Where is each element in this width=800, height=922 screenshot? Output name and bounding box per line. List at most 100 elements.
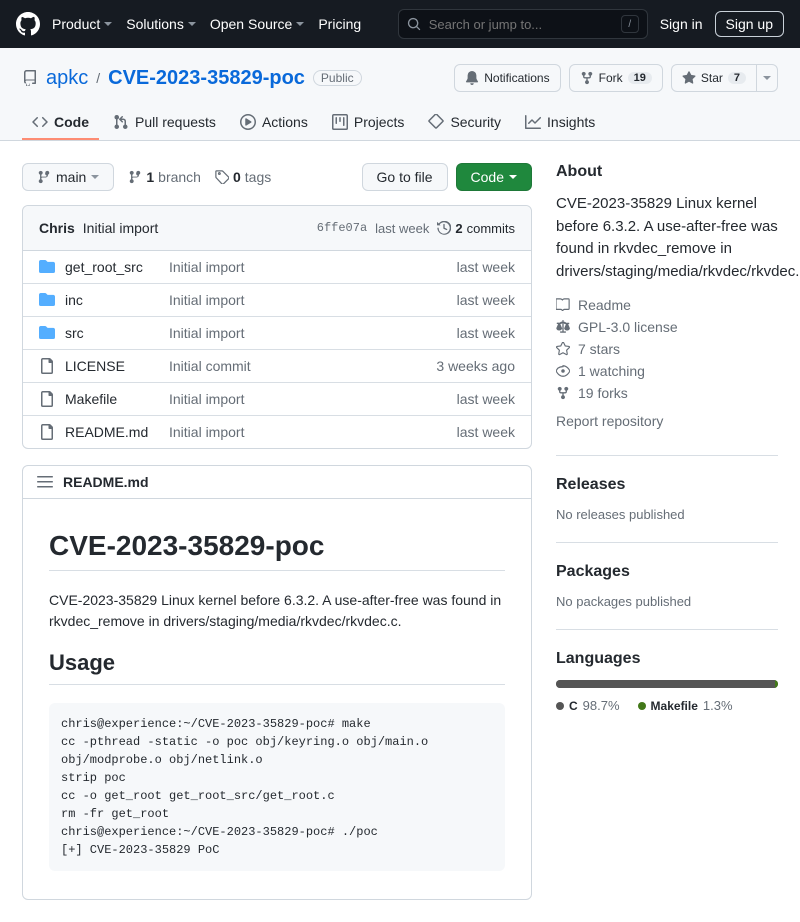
branch-button[interactable]: main (22, 163, 114, 191)
file-commit-msg[interactable]: Initial import (169, 424, 457, 440)
tag-count: 0 (233, 169, 241, 185)
packages-text: No packages published (556, 594, 691, 609)
tab-label: Pull requests (135, 114, 216, 130)
pr-icon (113, 114, 129, 130)
releases-title[interactable]: Releases (556, 476, 778, 494)
file-time: last week (457, 259, 515, 275)
branch-count: 1 (146, 169, 154, 185)
header-search[interactable]: / (398, 9, 648, 39)
file-time: last week (457, 292, 515, 308)
releases-text: No releases published (556, 507, 685, 522)
tab-pull-requests[interactable]: Pull requests (103, 106, 226, 140)
file-row[interactable]: get_root_srcInitial importlast week (23, 251, 531, 283)
button-label: Code (471, 169, 504, 185)
commit-sha[interactable]: 6ffe07a (317, 221, 367, 235)
stars-link[interactable]: 7 stars (556, 341, 778, 357)
star-icon (682, 71, 696, 85)
readme-h1: CVE-2023-35829-poc (49, 530, 505, 571)
fork-button[interactable]: Fork 19 (569, 64, 663, 92)
nav-open-source[interactable]: Open Source (210, 16, 305, 32)
watching-link[interactable]: 1 watching (556, 363, 778, 379)
chevron-down-icon (296, 22, 304, 30)
repo-name-link[interactable]: CVE-2023-35829-poc (108, 67, 305, 90)
tab-actions[interactable]: Actions (230, 106, 318, 140)
lang-pct: 1.3% (703, 698, 733, 713)
license-link[interactable]: GPL-3.0 license (556, 319, 778, 335)
forks-link[interactable]: 19 forks (556, 385, 778, 401)
star-dropdown-button[interactable] (756, 64, 778, 92)
commit-message[interactable]: Initial import (83, 220, 158, 236)
file-row[interactable]: README.mdInitial importlast week (23, 415, 531, 448)
file-row[interactable]: MakefileInitial importlast week (23, 382, 531, 415)
commits-link[interactable]: 2 commits (437, 221, 515, 236)
visibility-badge: Public (313, 70, 362, 86)
branches-link[interactable]: 1 branch (128, 169, 201, 185)
branch-name: main (56, 169, 86, 185)
code-icon (32, 114, 48, 130)
file-row[interactable]: LICENSEInitial commit3 weeks ago (23, 349, 531, 382)
button-label: Fork (599, 71, 623, 85)
nav-product[interactable]: Product (52, 16, 112, 32)
file-name[interactable]: get_root_src (39, 259, 169, 275)
meta-text: Readme (578, 297, 631, 313)
readme-code: chris@experience:~/CVE-2023-35829-poc# m… (49, 703, 505, 871)
file-commit-msg[interactable]: Initial commit (169, 358, 436, 374)
readme-body: CVE-2023-35829-poc CVE-2023-35829 Linux … (23, 499, 531, 899)
lang-pct: 98.7% (583, 698, 620, 713)
github-logo[interactable] (16, 12, 40, 36)
graph-icon (525, 114, 541, 130)
project-icon (332, 114, 348, 130)
file-name[interactable]: src (39, 325, 169, 341)
tab-projects[interactable]: Projects (322, 106, 415, 140)
tag-count-label: tags (245, 169, 271, 185)
tab-label: Actions (262, 114, 308, 130)
file-row[interactable]: srcInitial importlast week (23, 316, 531, 349)
file-time: last week (457, 391, 515, 407)
file-name[interactable]: Makefile (39, 391, 169, 407)
fork-icon (580, 71, 594, 85)
chevron-down-icon (763, 76, 771, 84)
tab-code[interactable]: Code (22, 106, 99, 140)
file-name[interactable]: README.md (39, 424, 169, 440)
sign-up-button[interactable]: Sign up (715, 11, 784, 37)
readme-h2: Usage (49, 650, 505, 685)
tags-link[interactable]: 0 tags (215, 169, 271, 185)
file-time: 3 weeks ago (436, 358, 515, 374)
nav-label: Pricing (318, 16, 361, 32)
report-link[interactable]: Report repository (556, 413, 778, 429)
code-button[interactable]: Code (456, 163, 532, 191)
language-c[interactable]: C98.7% (556, 698, 620, 713)
go-to-file-button[interactable]: Go to file (362, 163, 448, 191)
tab-label: Code (54, 114, 89, 130)
law-icon (556, 320, 570, 334)
file-name[interactable]: inc (39, 292, 169, 308)
nav-pricing[interactable]: Pricing (318, 16, 361, 32)
meta-text: Report repository (556, 413, 663, 429)
repo-owner-link[interactable]: apkc (46, 67, 88, 90)
file-commit-msg[interactable]: Initial import (169, 259, 457, 275)
branch-count-label: branch (158, 169, 201, 185)
notifications-button[interactable]: Notifications (454, 64, 560, 92)
commit-author[interactable]: Chris (39, 220, 75, 236)
packages-title[interactable]: Packages (556, 563, 778, 581)
readme-filename[interactable]: README.md (63, 474, 149, 490)
list-icon[interactable] (37, 474, 53, 490)
repo-icon (22, 70, 38, 86)
sign-in-link[interactable]: Sign in (660, 16, 703, 32)
search-icon (407, 17, 421, 31)
file-commit-msg[interactable]: Initial import (169, 325, 457, 341)
file-row[interactable]: incInitial importlast week (23, 283, 531, 316)
slash-hint: / (621, 15, 639, 33)
language-makefile[interactable]: Makefile1.3% (638, 698, 733, 713)
tab-insights[interactable]: Insights (515, 106, 605, 140)
commit-count: 2 (455, 221, 462, 236)
search-input[interactable] (427, 16, 615, 33)
nav-solutions[interactable]: Solutions (126, 16, 196, 32)
file-commit-msg[interactable]: Initial import (169, 391, 457, 407)
readme-link[interactable]: Readme (556, 297, 778, 313)
file-name[interactable]: LICENSE (39, 358, 169, 374)
tab-security[interactable]: Security (418, 106, 511, 140)
language-bar (556, 680, 778, 688)
star-button[interactable]: Star 7 (671, 64, 757, 92)
file-commit-msg[interactable]: Initial import (169, 292, 457, 308)
